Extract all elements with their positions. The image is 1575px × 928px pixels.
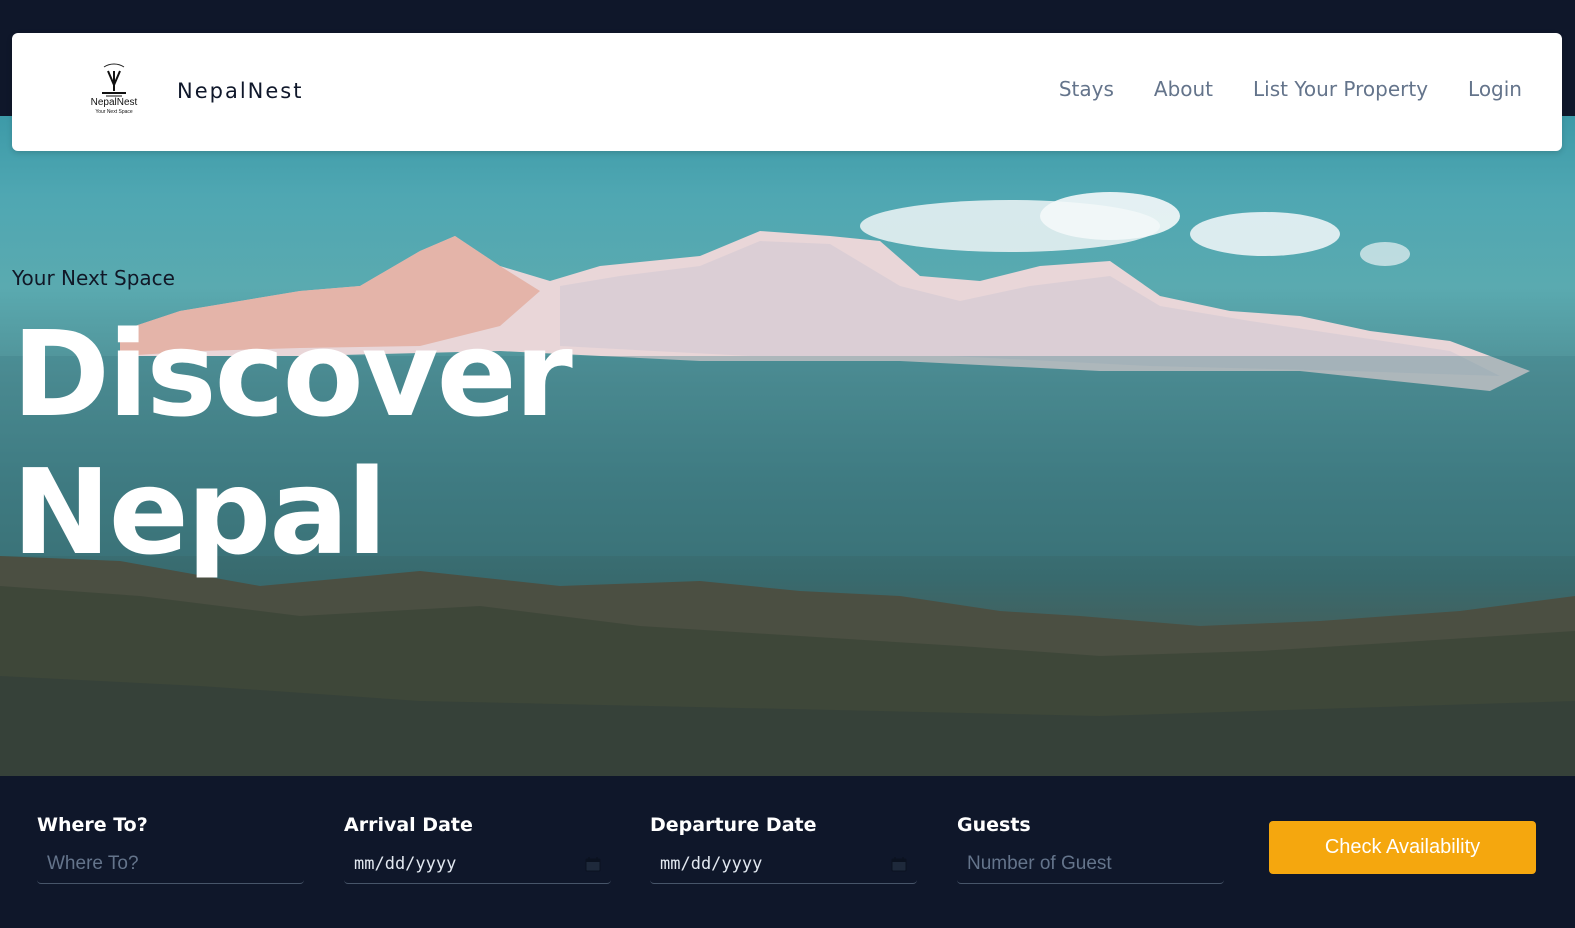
guests-placeholder: Number of Guest — [967, 852, 1112, 874]
where-field: Where To? Where To? — [37, 814, 304, 884]
calendar-icon[interactable] — [891, 856, 907, 872]
nav-link-stays[interactable]: Stays — [1059, 77, 1114, 101]
arrival-date-input[interactable]: mm/dd/yyyy — [344, 844, 611, 884]
hero-headline: Discover Nepal — [12, 305, 573, 581]
calendar-icon[interactable] — [585, 856, 601, 872]
logo-emblem-icon — [102, 63, 126, 97]
nav-link-about[interactable]: About — [1154, 77, 1213, 101]
departure-date-field: Departure Date mm/dd/yyyy — [650, 814, 917, 884]
arrival-date-label: Arrival Date — [344, 814, 473, 836]
nav-link-login[interactable]: Login — [1468, 77, 1522, 101]
brand-name[interactable]: NepalNest — [177, 79, 303, 103]
nav-links: Stays About List Your Property Login — [1059, 77, 1522, 101]
departure-date-input[interactable]: mm/dd/yyyy — [650, 844, 917, 884]
departure-date-label: Departure Date — [650, 814, 817, 836]
arrival-date-value: mm/dd/yyyy — [354, 853, 457, 874]
booking-search-bar: Where To? Where To? Arrival Date mm/dd/y… — [0, 776, 1575, 928]
departure-date-value: mm/dd/yyyy — [660, 853, 763, 874]
hero-tagline: Your Next Space — [12, 266, 175, 290]
where-input[interactable]: Where To? — [37, 844, 304, 884]
where-label: Where To? — [37, 814, 148, 836]
where-placeholder: Where To? — [47, 852, 139, 874]
top-navbar: NepalNest Your Next Space NepalNest Stay… — [12, 33, 1562, 151]
nepalnest-logo[interactable]: NepalNest Your Next Space — [88, 61, 140, 123]
nav-link-list-property[interactable]: List Your Property — [1253, 77, 1428, 101]
logo-name-text: NepalNest — [90, 97, 138, 108]
hero-headline-line2: Nepal — [12, 443, 387, 581]
logo-tagline-text: Your Next Space — [95, 109, 133, 115]
guests-field: Guests Number of Guest — [957, 814, 1224, 884]
guests-input[interactable]: Number of Guest — [957, 844, 1224, 884]
hero-headline-line1: Discover — [12, 305, 573, 443]
guests-label: Guests — [957, 814, 1031, 836]
check-availability-button[interactable]: Check Availability — [1269, 821, 1536, 874]
arrival-date-field: Arrival Date mm/dd/yyyy — [344, 814, 611, 884]
